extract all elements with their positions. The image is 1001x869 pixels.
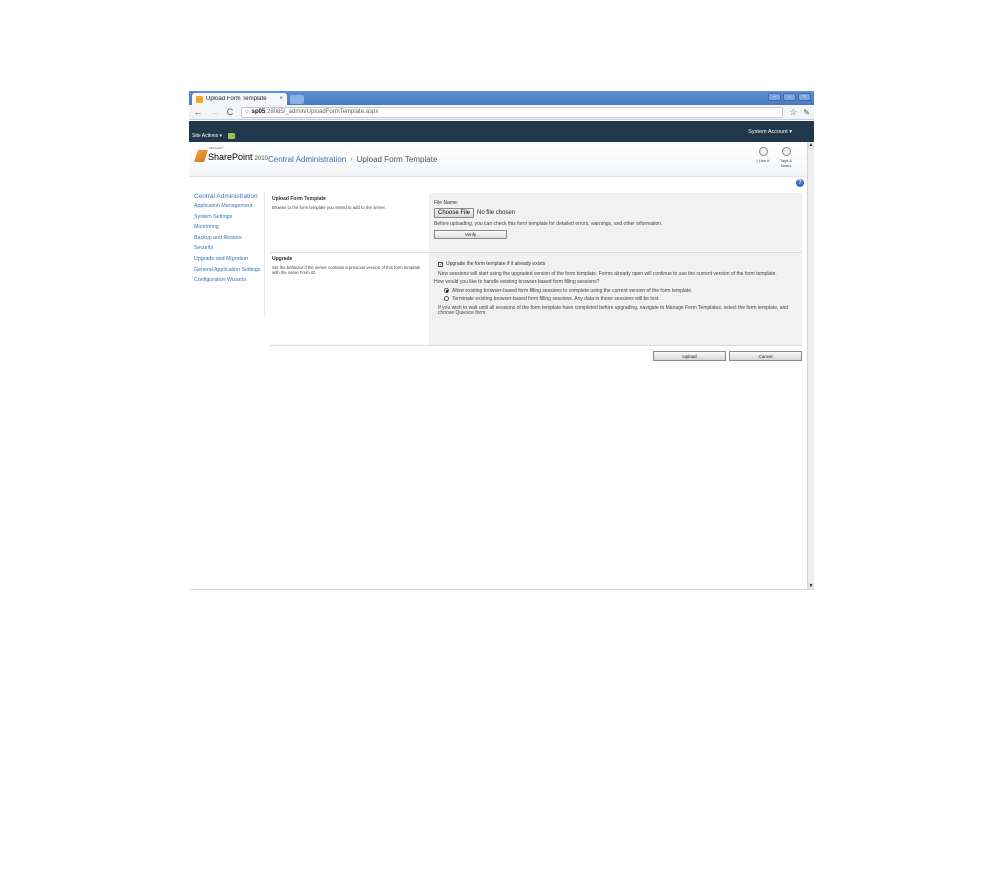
breadcrumb-separator: ›	[350, 156, 353, 163]
verify-note: Before uploading, you can check this for…	[434, 221, 663, 227]
maximize-button[interactable]: ▫	[783, 93, 796, 101]
form-actions: Upload Cancel	[653, 351, 802, 361]
upload-section-description: Browse to the form template you intend t…	[272, 205, 386, 210]
site-actions-label: Site Actions ▾	[192, 133, 223, 139]
upgrade-section-controls: ✓ Upgrade the form template if it alread…	[429, 253, 802, 345]
allow-sessions-label: Allow existing browser-based form fillin…	[452, 287, 693, 294]
social-buttons: I Like It Tags & Notes	[756, 147, 793, 168]
nav-configuration-wizards[interactable]: Configuration Wizards	[189, 277, 264, 283]
quiesce-note: If you wish to wait until all sessions o…	[438, 304, 789, 317]
favicon-icon	[196, 95, 203, 103]
tab-close-icon[interactable]: ×	[279, 96, 287, 102]
upgrade-checkbox-label: Upgrade the form template if it already …	[446, 261, 546, 267]
cancel-button[interactable]: Cancel	[729, 351, 802, 361]
sessions-question: How would you like to handle existing br…	[434, 278, 600, 285]
logo-text: SharePoint	[208, 152, 253, 162]
no-file-text: No file chosen	[477, 210, 516, 216]
tags-notes-label: Tags & Notes	[779, 158, 793, 168]
allow-sessions-radio[interactable]	[444, 288, 449, 294]
new-tab-button[interactable]	[290, 95, 304, 104]
logo-year: 2010	[254, 156, 268, 162]
url-host: sp05	[251, 109, 266, 115]
vertical-scrollbar[interactable]: ▲ ▼	[807, 142, 814, 589]
upgrade-section: Upgrade Set the behavior if the server c…	[269, 253, 802, 346]
browser-window: Upload Form Template × – ▫ × ← → C ○ sp0…	[189, 91, 814, 590]
nav-backup-restore[interactable]: Backup and Restore	[189, 235, 264, 241]
bookmark-star-icon[interactable]: ☆	[789, 107, 797, 118]
i-like-it-button[interactable]: I Like It	[756, 147, 770, 168]
sharepoint-logo-icon	[194, 150, 208, 162]
browser-tabbar: Upload Form Template × – ▫ ×	[189, 91, 814, 105]
i-like-it-label: I Like It	[756, 158, 770, 163]
reload-icon[interactable]: C	[225, 107, 235, 117]
nav-system-settings[interactable]: System Settings	[189, 214, 264, 220]
navigate-up-icon[interactable]	[228, 133, 236, 139]
minimize-button[interactable]: –	[768, 93, 781, 101]
breadcrumb-root-link[interactable]: Central Administration	[268, 155, 346, 164]
ribbon-bar: Site Actions ▾ System Account ▾	[189, 121, 814, 142]
account-menu[interactable]: System Account ▾	[748, 129, 792, 135]
url-input[interactable]: ○ sp05:28085/_admin/UploadFormTemplate.a…	[241, 106, 784, 118]
close-window-button[interactable]: ×	[798, 93, 811, 101]
title-area: Microsoft® SharePoint 2010 Central Admin…	[189, 142, 807, 177]
scroll-up-icon[interactable]: ▲	[808, 142, 814, 149]
thumbs-up-icon	[758, 147, 768, 156]
site-actions-menu[interactable]: Site Actions ▾	[192, 133, 236, 139]
scroll-down-icon[interactable]: ▼	[808, 583, 814, 589]
page-title: Upload Form Template	[356, 155, 438, 164]
nav-upgrade-migration[interactable]: Upgrade and Migration	[189, 256, 264, 262]
allow-sessions-option[interactable]: Allow existing browser-based form fillin…	[444, 288, 797, 294]
quick-launch-heading[interactable]: Central Administration	[189, 193, 264, 200]
nav-security[interactable]: Security	[189, 245, 264, 251]
upgrade-section-title: Upgrade	[272, 256, 293, 262]
choose-file-button[interactable]: Choose File	[434, 208, 475, 218]
help-icon[interactable]: ?	[796, 179, 804, 187]
terminate-sessions-label: Terminate existing browser-based form fi…	[452, 295, 660, 302]
terminate-sessions-radio[interactable]	[444, 296, 449, 302]
globe-icon: ○	[245, 109, 249, 115]
nav-general-app-settings[interactable]: General Application Settings	[189, 267, 264, 273]
forward-arrow-icon[interactable]: →	[209, 107, 219, 117]
wrench-icon[interactable]: ✎	[803, 108, 810, 117]
nav-application-management[interactable]: Application Management	[189, 203, 264, 209]
upload-section: Upload Form Template Browse to the form …	[269, 193, 802, 253]
quick-launch: Central Administration Application Manag…	[189, 193, 265, 317]
file-input: Choose File No file chosen	[434, 208, 797, 218]
url-path: :28085/_admin/UploadFormTemplate.aspx	[265, 109, 379, 115]
upgrade-checkbox[interactable]: ✓	[438, 261, 443, 267]
address-bar: ← → C ○ sp05:28085/_admin/UploadFormTemp…	[189, 105, 814, 120]
terminate-sessions-option[interactable]: Terminate existing browser-based form fi…	[444, 296, 797, 302]
upgrade-note: New sessions will start using the upgrad…	[438, 271, 777, 277]
breadcrumb: Central Administration › Upload Form Tem…	[268, 155, 437, 164]
back-arrow-icon[interactable]: ←	[193, 107, 203, 117]
sharepoint-logo[interactable]: Microsoft® SharePoint 2010	[194, 146, 268, 162]
window-controls: – ▫ ×	[768, 93, 811, 101]
upload-section-controls: File Name: Choose File No file chosen Be…	[429, 193, 802, 252]
upload-button[interactable]: Upload	[653, 351, 726, 361]
upgrade-section-label: Upgrade Set the behavior if the server c…	[269, 253, 429, 345]
tags-notes-button[interactable]: Tags & Notes	[779, 147, 793, 168]
upgrade-section-description: Set the behavior if the server contains …	[272, 265, 421, 275]
upload-section-label: Upload Form Template Browse to the form …	[269, 193, 429, 252]
tab-title: Upload Form Template	[206, 96, 267, 102]
upload-form: Upload Form Template Browse to the form …	[269, 193, 802, 346]
file-name-label: File Name:	[434, 200, 459, 206]
tag-icon	[781, 147, 791, 156]
upload-section-title: Upload Form Template	[272, 196, 326, 202]
nav-monitoring[interactable]: Monitoring	[189, 224, 264, 230]
browser-tab[interactable]: Upload Form Template ×	[192, 93, 287, 105]
logo-microsoft-text: Microsoft®	[209, 146, 224, 150]
verify-button[interactable]: Verify	[434, 229, 507, 239]
upgrade-checkbox-row[interactable]: ✓ Upgrade the form template if it alread…	[434, 261, 797, 267]
